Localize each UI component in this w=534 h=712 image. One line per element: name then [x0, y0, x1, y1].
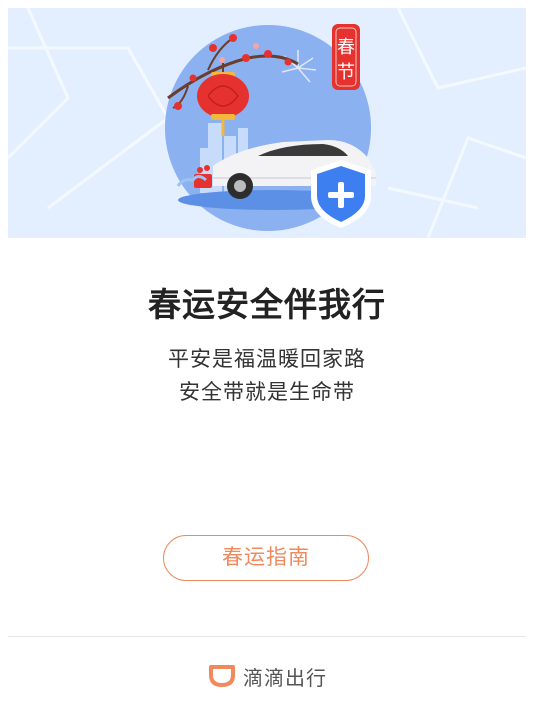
badge-text-1: 春 — [337, 37, 355, 58]
didi-logo-icon — [209, 665, 235, 687]
shield-icon — [311, 160, 371, 228]
banner-illustration: 春 节 — [8, 8, 526, 238]
footer-divider — [8, 636, 526, 637]
spring-festival-badge: 春 节 — [332, 24, 360, 90]
slogan-line-1: 平安是福温暖回家路 — [168, 347, 366, 371]
slogan-line-2: 安全带就是生命带 — [179, 380, 355, 404]
spring-travel-guide-button[interactable]: 春运指南 — [163, 535, 369, 581]
badge-text-2: 节 — [337, 62, 355, 83]
spring-festival-banner: 春 节 — [8, 8, 526, 238]
brand-name: 滴滴出行 — [243, 665, 327, 690]
promo-card: 春 节 春运安全伴我行 平安是福温暖回家路 安全带就是生命带 春运指南 滴滴出行 — [8, 8, 526, 712]
page-title: 春运安全伴我行 — [148, 285, 386, 324]
footer: 滴滴出行 — [8, 658, 526, 694]
